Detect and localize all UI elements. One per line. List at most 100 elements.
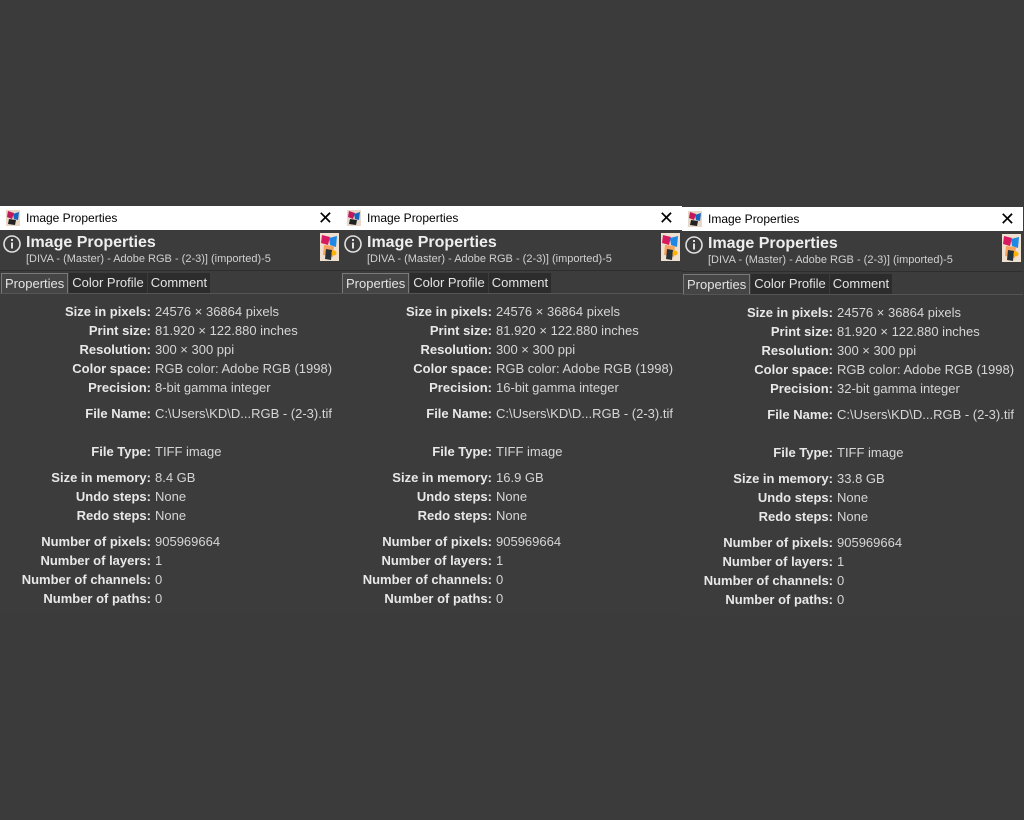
window-titlebar[interactable]: Image Properties ✕ [341, 206, 682, 230]
tab-bar: Properties Color Profile Comment [341, 271, 682, 294]
property-value: 0 [837, 592, 845, 607]
property-value: 905969664 [837, 535, 903, 550]
window-titlebar[interactable]: Image Properties ✕ [0, 206, 341, 230]
header-title: Image Properties [708, 235, 838, 252]
property-value: 905969664 [155, 534, 221, 549]
window-title: Image Properties [26, 211, 118, 225]
property-value: RGB color: Adobe RGB (1998) [837, 362, 1015, 377]
property-label: Size in pixels: [747, 305, 833, 320]
property-label: File Type: [91, 444, 151, 459]
property-label: File Name: [426, 406, 492, 421]
property-label: Number of pixels: [382, 534, 492, 549]
property-row-print-size: Print size: 81.920 × 122.880 inches [682, 323, 1023, 341]
property-row-number-of-channels: Number of channels: 0 [0, 571, 341, 589]
property-row-undo-steps: Undo steps: None [0, 488, 341, 506]
info-icon [344, 235, 362, 253]
property-row-size-in-pixels: Size in pixels: 24576 × 36864 pixels [682, 304, 1023, 322]
property-row-number-of-layers: Number of layers: 1 [0, 552, 341, 570]
property-row-number-of-channels: Number of channels: 0 [682, 572, 1023, 590]
property-value: C:\Users\KD\D...RGB - (2-3).tif [496, 406, 673, 421]
property-row-file-type: File Type: TIFF image [341, 443, 682, 461]
tab-properties[interactable]: Properties [342, 273, 410, 293]
property-value: 0 [496, 572, 504, 587]
property-value: None [837, 490, 869, 505]
property-row-resolution: Resolution: 300 × 300 ppi [682, 342, 1023, 360]
dialog-header: Image Properties [DIVA - (Master) - Adob… [0, 230, 341, 271]
property-label: Color space: [754, 362, 833, 377]
property-row-number-of-paths: Number of paths: 0 [0, 590, 341, 608]
property-value: 300 × 300 ppi [837, 343, 917, 358]
tab-color-profile[interactable]: Color Profile [410, 273, 488, 293]
window-title: Image Properties [367, 211, 459, 225]
tab-color-profile[interactable]: Color Profile [751, 274, 829, 294]
tab-properties[interactable]: Properties [1, 273, 69, 293]
property-row-number-of-pixels: Number of pixels: 905969664 [341, 533, 682, 551]
property-label: Size in pixels: [65, 304, 151, 319]
property-value: None [155, 489, 187, 504]
property-label: Number of channels: [21, 572, 151, 587]
property-value: 24576 × 36864 pixels [496, 304, 620, 319]
window-titlebar[interactable]: Image Properties ✕ [682, 207, 1023, 231]
property-label: Number of paths: [43, 591, 151, 606]
image-thumbnail [661, 233, 680, 261]
tab-properties[interactable]: Properties [683, 274, 751, 294]
property-label: Resolution: [761, 343, 834, 358]
property-row-undo-steps: Undo steps: None [682, 489, 1023, 507]
property-label: Number of channels: [362, 572, 492, 587]
header-subtitle: [DIVA - (Master) - Adobe RGB - (2-3)] (i… [26, 253, 271, 265]
info-icon [685, 236, 703, 254]
header-title: Image Properties [367, 234, 497, 251]
property-label: Number of layers: [381, 553, 492, 568]
property-value: 81.920 × 122.880 inches [496, 323, 639, 338]
property-label: Number of paths: [725, 592, 833, 607]
property-row-file-name: File Name: C:\Users\KD\D...RGB - (2-3).t… [682, 406, 1023, 424]
property-label: Print size: [429, 323, 492, 338]
property-row-size-in-memory: Size in memory: 8.4 GB [0, 469, 341, 487]
tab-color-profile[interactable]: Color Profile [69, 273, 147, 293]
property-row-number-of-pixels: Number of pixels: 905969664 [682, 534, 1023, 552]
tab-comment[interactable]: Comment [147, 273, 211, 293]
property-label: Undo steps: [75, 489, 151, 504]
property-row-number-of-paths: Number of paths: 0 [682, 591, 1023, 609]
property-label: Precision: [429, 380, 492, 395]
app-icon [6, 210, 20, 226]
property-row-color-space: Color space: RGB color: Adobe RGB (1998) [682, 361, 1023, 379]
property-label: Color space: [413, 361, 492, 376]
property-row-size-in-memory: Size in memory: 33.8 GB [682, 470, 1023, 488]
image-thumbnail [320, 233, 339, 261]
close-icon[interactable]: ✕ [1000, 209, 1015, 229]
property-label: Size in memory: [733, 471, 833, 486]
property-label: File Name: [767, 407, 833, 422]
property-row-color-space: Color space: RGB color: Adobe RGB (1998) [341, 360, 682, 378]
tab-comment[interactable]: Comment [488, 273, 552, 293]
property-row-file-type: File Type: TIFF image [0, 443, 341, 461]
property-row-print-size: Print size: 81.920 × 122.880 inches [0, 322, 341, 340]
header-subtitle: [DIVA - (Master) - Adobe RGB - (2-3)] (i… [708, 254, 953, 266]
window-title: Image Properties [708, 212, 800, 226]
property-value: TIFF image [155, 444, 222, 459]
property-value: 8-bit gamma integer [155, 380, 271, 395]
property-label: Print size: [88, 323, 151, 338]
property-value: None [496, 508, 528, 523]
property-row-size-in-pixels: Size in pixels: 24576 × 36864 pixels [341, 303, 682, 321]
property-row-precision: Precision: 32-bit gamma integer [682, 380, 1023, 398]
property-row-file-type: File Type: TIFF image [682, 444, 1023, 462]
close-icon[interactable]: ✕ [659, 208, 674, 228]
property-value: 81.920 × 122.880 inches [837, 324, 980, 339]
property-value: 0 [155, 591, 163, 606]
app-icon [688, 211, 702, 227]
close-icon[interactable]: ✕ [318, 208, 333, 228]
property-value: 8.4 GB [155, 470, 196, 485]
property-row-file-name: File Name: C:\Users\KD\D...RGB - (2-3).t… [0, 405, 341, 423]
property-value: 24576 × 36864 pixels [837, 305, 961, 320]
property-value: 1 [155, 553, 163, 568]
image-properties-dialog-1: Image Properties ✕ Image Properties [DIV… [0, 206, 341, 614]
tab-comment[interactable]: Comment [829, 274, 893, 294]
property-row-number-of-layers: Number of layers: 1 [682, 553, 1023, 571]
property-row-precision: Precision: 16-bit gamma integer [341, 379, 682, 397]
property-row-file-name: File Name: C:\Users\KD\D...RGB - (2-3).t… [341, 405, 682, 423]
property-value: 0 [496, 591, 504, 606]
property-row-size-in-memory: Size in memory: 16.9 GB [341, 469, 682, 487]
image-properties-dialog-2: Image Properties ✕ Image Properties [DIV… [341, 206, 682, 614]
property-label: Undo steps: [416, 489, 492, 504]
